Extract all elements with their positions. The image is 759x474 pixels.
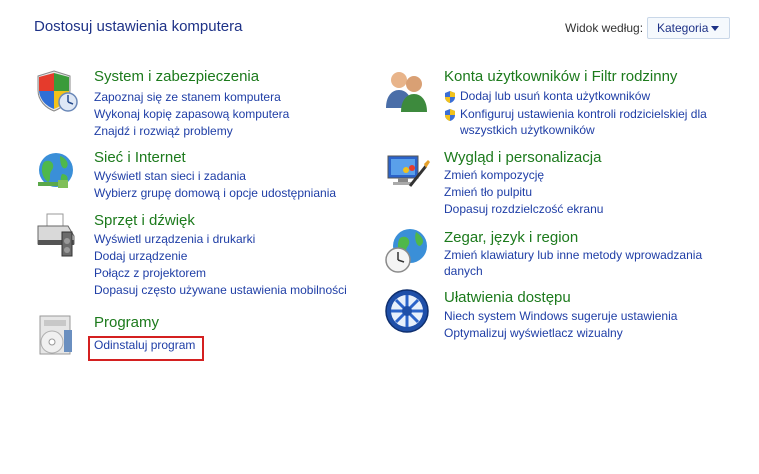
view-by-dropdown[interactable]: Kategoria bbox=[647, 17, 730, 39]
clock-globe-icon[interactable] bbox=[384, 228, 430, 274]
link-change-keyboards[interactable]: Zmień klawiatury lub inne metody wprowad… bbox=[444, 247, 702, 264]
link-check-status[interactable]: Zapoznaj się ze stanem komputera bbox=[94, 89, 281, 106]
category-title-appearance[interactable]: Wygląd i personalizacja bbox=[444, 149, 601, 166]
category-title-ease[interactable]: Ułatwienia dostępu bbox=[444, 289, 571, 306]
link-change-theme[interactable]: Zmień kompozycję bbox=[444, 167, 544, 184]
link-devices-printers[interactable]: Wyświetl urządzenia i drukarki bbox=[94, 231, 255, 248]
highlight-box bbox=[88, 336, 204, 361]
link-mobility-settings[interactable]: Dopasuj często używane ustawienia mobiln… bbox=[94, 282, 347, 299]
page-title: Dostosuj ustawienia komputera bbox=[34, 18, 243, 35]
category-title-hardware[interactable]: Sprzęt i dźwięk bbox=[94, 212, 195, 229]
link-troubleshoot[interactable]: Znajdź i rozwiąż problemy bbox=[94, 123, 233, 140]
printer-icon[interactable] bbox=[34, 212, 80, 258]
uac-shield-icon bbox=[445, 91, 455, 103]
link-change-keyboards-cont[interactable]: danych bbox=[444, 263, 483, 280]
link-add-device[interactable]: Dodaj urządzenie bbox=[94, 248, 187, 265]
link-suggest-settings[interactable]: Niech system Windows sugeruje ustawienia bbox=[444, 308, 677, 325]
category-title-users[interactable]: Konta użytkowników i Filtr rodzinny bbox=[444, 68, 677, 85]
link-backup[interactable]: Wykonaj kopię zapasową komputera bbox=[94, 106, 289, 123]
link-optimize-display[interactable]: Optymalizuj wyświetlacz wizualny bbox=[444, 325, 623, 342]
link-add-remove-accounts[interactable]: Dodaj lub usuń konta użytkowników bbox=[460, 88, 650, 105]
link-parental-controls[interactable]: Konfiguruj ustawienia kontroli rodziciel… bbox=[460, 106, 707, 123]
ease-of-access-icon[interactable] bbox=[384, 288, 430, 334]
view-by-value: Kategoria bbox=[657, 21, 709, 35]
globe-network-icon[interactable] bbox=[34, 148, 80, 194]
category-title-clock[interactable]: Zegar, język i region bbox=[444, 229, 578, 246]
link-connect-projector[interactable]: Połącz z projektorem bbox=[94, 265, 206, 282]
category-title-system[interactable]: System i zabezpieczenia bbox=[94, 68, 259, 85]
link-homegroup[interactable]: Wybierz grupę domową i opcje udostępnian… bbox=[94, 185, 336, 202]
uac-shield-icon bbox=[445, 109, 455, 121]
chevron-down-icon bbox=[711, 26, 719, 31]
programs-icon[interactable] bbox=[34, 312, 80, 358]
shield-security-icon[interactable] bbox=[34, 68, 80, 114]
category-title-network[interactable]: Sieć i Internet bbox=[94, 149, 186, 166]
link-screen-resolution[interactable]: Dopasuj rozdzielczość ekranu bbox=[444, 201, 603, 218]
link-change-background[interactable]: Zmień tło pulpitu bbox=[444, 184, 532, 201]
users-icon[interactable] bbox=[384, 68, 430, 114]
category-title-programs[interactable]: Programy bbox=[94, 314, 159, 331]
link-network-status[interactable]: Wyświetl stan sieci i zadania bbox=[94, 168, 246, 185]
view-by-label: Widok według: bbox=[565, 21, 644, 35]
link-parental-controls-cont[interactable]: wszystkich użytkowników bbox=[460, 122, 595, 139]
monitor-paint-icon[interactable] bbox=[384, 148, 430, 194]
